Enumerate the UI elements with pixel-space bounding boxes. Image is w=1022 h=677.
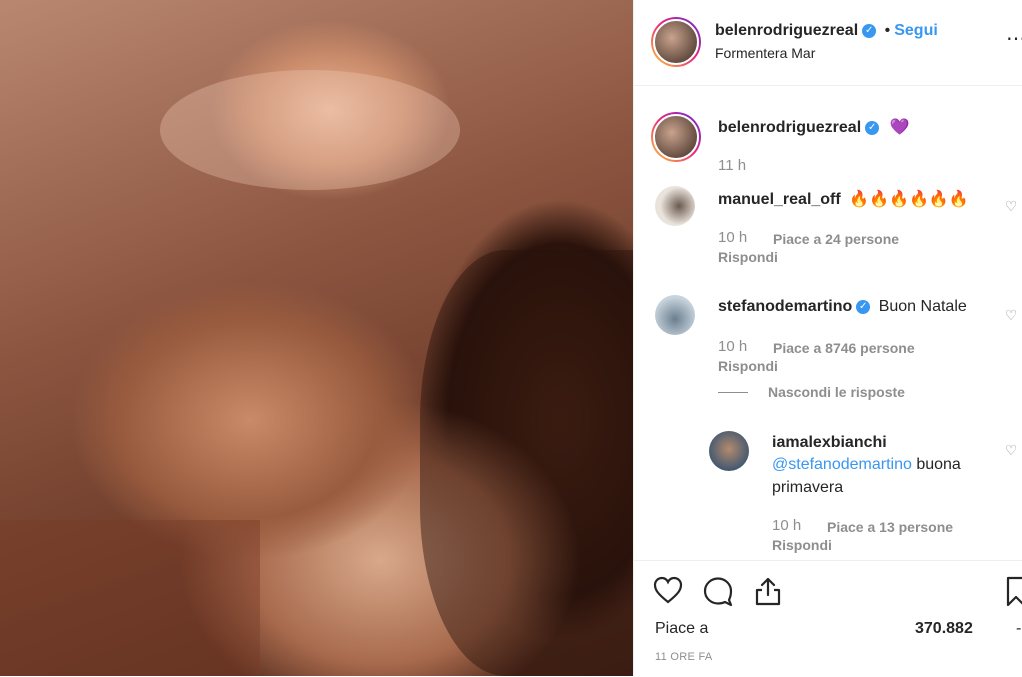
- caption-row: belenrodriguezreal ✓ 💜: [718, 117, 910, 137]
- heart-icon[interactable]: ♡: [1004, 308, 1018, 322]
- likes-count[interactable]: 370.882: [915, 620, 973, 638]
- comment-row: stefanodemartino ✓ Buon Natale: [718, 298, 967, 316]
- comment-likes[interactable]: Piace a 8746 persone: [773, 340, 915, 356]
- comment-icon[interactable]: [702, 575, 734, 607]
- photo-shadow: [420, 250, 633, 676]
- heart-icon[interactable]: [652, 575, 684, 607]
- reply-likes[interactable]: Piace a 13 persone: [827, 519, 953, 535]
- comment-row: manuel_real_off 🔥🔥🔥🔥🔥🔥: [718, 189, 969, 209]
- bookmark-icon[interactable]: [1006, 575, 1022, 607]
- verified-icon: ✓: [862, 23, 877, 38]
- heart-icon[interactable]: ♡: [1004, 443, 1018, 457]
- photo-highlight: [160, 70, 460, 190]
- post-header: belenrodriguezreal ✓ • Segui Formentera Ma…: [634, 0, 1022, 86]
- reply-button[interactable]: Rispondi: [718, 249, 778, 265]
- hide-replies-button[interactable]: Nascondi le risposte: [768, 384, 905, 400]
- comment-time[interactable]: 10 h: [718, 229, 747, 246]
- reply-button[interactable]: Rispondi: [772, 537, 832, 553]
- likes-dash: -: [1016, 620, 1022, 637]
- post-photo[interactable]: [0, 0, 633, 676]
- follow-button[interactable]: Segui: [894, 22, 938, 39]
- separator-dot: •: [884, 22, 891, 39]
- reply-button[interactable]: Rispondi: [718, 358, 778, 374]
- author-avatar[interactable]: [651, 17, 701, 67]
- comment-avatar[interactable]: [655, 295, 695, 335]
- caption-time[interactable]: 11 h: [718, 157, 746, 174]
- reply-time[interactable]: 10 h: [772, 517, 801, 534]
- more-icon[interactable]: ⋯: [1006, 26, 1022, 51]
- comment-time[interactable]: 10 h: [718, 338, 747, 355]
- mention-link[interactable]: @stefanodemartino: [772, 456, 912, 473]
- reply-avatar[interactable]: [709, 431, 749, 471]
- reply-text: buona: [916, 456, 961, 473]
- comment-text: 🔥🔥🔥🔥🔥🔥: [849, 191, 969, 208]
- header-title-row: belenrodriguezreal ✓ • Segui: [715, 22, 938, 40]
- caption-text: 💜: [889, 119, 910, 136]
- share-icon[interactable]: [752, 575, 784, 607]
- caption-avatar[interactable]: [651, 112, 701, 162]
- comment-text: Buon Natale: [878, 298, 967, 315]
- reply-text-line2: primavera: [772, 479, 844, 496]
- author-username[interactable]: belenrodriguezreal: [715, 22, 858, 39]
- post-sidebar: belenrodriguezreal ✓ • Segui Formentera Ma…: [633, 0, 1022, 676]
- likes-label[interactable]: Piace a: [655, 620, 708, 638]
- comment-avatar[interactable]: [655, 186, 695, 226]
- verified-icon: ✓: [865, 120, 880, 135]
- caption-username[interactable]: belenrodriguezreal: [718, 119, 861, 136]
- reply-username[interactable]: iamalexbianchi: [772, 434, 887, 452]
- action-bar: Piace a 370.882 - 11 ORE FA: [634, 560, 1022, 677]
- heart-icon[interactable]: ♡: [1004, 199, 1018, 213]
- replies-divider: [718, 392, 748, 393]
- verified-icon: ✓: [856, 299, 871, 314]
- comment-likes[interactable]: Piace a 24 persone: [773, 231, 899, 247]
- post-location[interactable]: Formentera Mar: [715, 45, 815, 61]
- photo-sheet: [0, 520, 260, 676]
- comment-username[interactable]: stefanodemartino: [718, 298, 852, 315]
- comment-username[interactable]: manuel_real_off: [718, 191, 841, 208]
- post-age[interactable]: 11 ORE FA: [655, 651, 713, 663]
- reply-text-line1: @stefanodemartino buona: [772, 456, 961, 474]
